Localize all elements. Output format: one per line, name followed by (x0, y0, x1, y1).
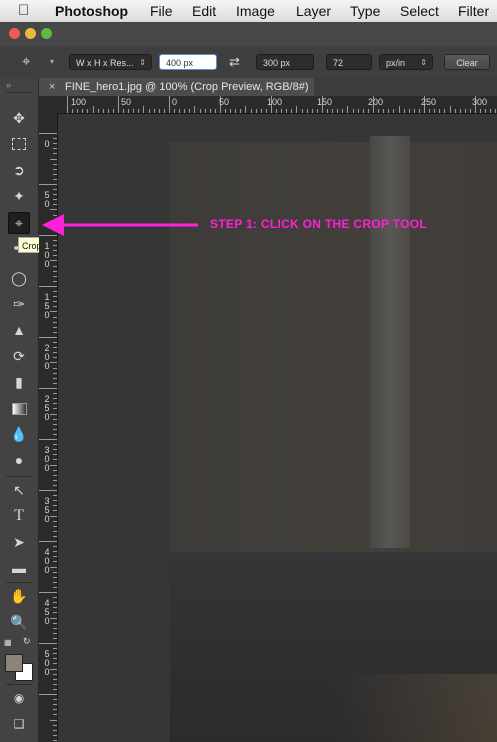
zoom-window-button[interactable] (41, 28, 52, 39)
zoom-tool-icon[interactable]: 🔍 (9, 612, 29, 632)
vruler-label: 5 0 0 (44, 649, 50, 677)
vertical-ruler[interactable]: 0 5 0 1 0 0 1 5 0 2 0 0 2 5 0 3 0 0 3 5 0 4 0 0 4… (39, 113, 58, 742)
hruler-label: 150 (317, 97, 333, 107)
document-canvas[interactable] (58, 114, 497, 742)
preset-dropdown-arrow-icon[interactable]: ▾ (50, 57, 54, 66)
crop-width-input[interactable]: 400 px (159, 54, 217, 70)
resolution-input[interactable]: 72 (326, 54, 372, 70)
crop-ratio-dropdown[interactable]: W x H x Res... ⇕ (69, 54, 152, 70)
menu-image[interactable]: Image (236, 3, 275, 19)
hruler-label: 0 (172, 97, 178, 107)
toolbox-separator (6, 92, 32, 93)
vruler-label: 5 0 (44, 190, 50, 209)
horizontal-ruler[interactable]: 100 50 0 50 100 150 200 250 300 (57, 96, 497, 114)
screen-mode-icon[interactable]: ❑ (9, 714, 29, 734)
photo-curtain (370, 136, 410, 548)
apple-menu-icon[interactable]:  (18, 2, 29, 19)
lasso-tool-icon[interactable]: ➲ (9, 160, 29, 180)
collapse-panel-icon[interactable]: » (6, 80, 11, 90)
crop-tool-preset-icon[interactable]: ⌖ (22, 53, 30, 70)
toolbox-separator (6, 684, 32, 685)
document-tab[interactable]: × FINE_hero1.jpg @ 100% (Crop Preview, R… (39, 78, 314, 96)
vruler-label: 0 (44, 139, 50, 149)
brush-tool-icon[interactable]: ✑ (9, 294, 29, 314)
menu-file[interactable]: File (150, 3, 173, 19)
toolbox-separator (6, 476, 32, 477)
document-tab-bar: × FINE_hero1.jpg @ 100% (Crop Preview, R… (39, 78, 497, 97)
tools-panel: » ✥ ➲ ✦ ⌖ ✒ ◯ ✑ ▲ ⟳ ▮ 💧 ● ↖ T ➤ ▬ ✋ 🔍 ▦ … (0, 78, 39, 742)
blur-tool-icon[interactable]: 💧 (9, 424, 29, 444)
gradient-tool-icon[interactable] (9, 398, 29, 418)
crop-height-input[interactable]: 300 px (256, 54, 314, 70)
hruler-label: 50 (219, 97, 230, 107)
swap-colors-icon[interactable]: ↻ (23, 636, 31, 647)
healing-brush-tool-icon[interactable]: ◯ (9, 268, 29, 288)
window-titlebar (0, 22, 497, 47)
dodge-tool-icon[interactable]: ● (9, 450, 29, 470)
ruler-origin[interactable] (39, 96, 57, 113)
minimize-window-button[interactable] (25, 28, 36, 39)
type-tool-icon[interactable]: T (9, 506, 29, 526)
annotation-arrow (42, 214, 198, 236)
menu-filter[interactable]: Filter (458, 3, 489, 19)
dropdown-arrows-icon: ⇕ (139, 58, 146, 67)
history-brush-tool-icon[interactable]: ⟳ (9, 346, 29, 366)
clone-stamp-tool-icon[interactable]: ▲ (9, 320, 29, 340)
vruler-label: 3 0 0 (44, 445, 50, 473)
hruler-label: 200 (368, 97, 384, 107)
menu-layer[interactable]: Layer (296, 3, 331, 19)
crop-tool-icon[interactable]: ⌖ (8, 212, 30, 234)
menu-app-name[interactable]: Photoshop (55, 3, 128, 19)
pen-tool-icon[interactable]: ↖ (9, 480, 29, 500)
vruler-label: 1 5 0 (44, 292, 50, 320)
magic-wand-tool-icon[interactable]: ✦ (9, 186, 29, 206)
eraser-tool-icon[interactable]: ▮ (9, 372, 29, 392)
quick-mask-icon[interactable]: ◉ (9, 688, 29, 708)
annotation-text: STEP 1: CLICK ON THE CROP TOOL (210, 217, 428, 231)
hruler-label: 100 (71, 97, 87, 107)
resolution-unit-label: px/in (386, 58, 406, 68)
vruler-label: 4 0 0 (44, 547, 50, 575)
menu-bar:  Photoshop File Edit Image Layer Type S… (0, 0, 497, 23)
menu-select[interactable]: Select (400, 3, 439, 19)
clear-button[interactable]: Clear (444, 54, 490, 70)
options-bar: ⌖ ▾ W x H x Res... ⇕ 400 px ⇄ 300 px 72 … (0, 46, 497, 79)
marquee-tool-icon[interactable] (9, 134, 29, 154)
document-tab-title: FINE_hero1.jpg @ 100% (Crop Preview, RGB… (65, 81, 309, 93)
hruler-label: 300 (472, 97, 488, 107)
rectangle-tool-icon[interactable]: ▬ (9, 558, 29, 578)
menu-edit[interactable]: Edit (192, 3, 216, 19)
foreground-color-swatch[interactable] (5, 654, 23, 672)
close-tab-icon[interactable]: × (49, 78, 55, 96)
photo-warm-glow (170, 674, 497, 742)
default-colors-icon[interactable]: ▦ (4, 638, 12, 647)
vruler-label: 1 0 0 (44, 241, 50, 269)
move-tool-icon[interactable]: ✥ (9, 108, 29, 128)
swap-dimensions-icon[interactable]: ⇄ (229, 54, 240, 70)
hruler-label: 250 (421, 97, 437, 107)
vruler-label: 2 5 0 (44, 394, 50, 422)
dropdown-arrows-icon: ⇕ (420, 58, 427, 67)
path-selection-tool-icon[interactable]: ➤ (9, 532, 29, 552)
close-window-button[interactable] (9, 28, 20, 39)
hand-tool-icon[interactable]: ✋ (9, 586, 29, 606)
resolution-unit-dropdown[interactable]: px/in ⇕ (379, 54, 433, 70)
vruler-label: 4 5 0 (44, 598, 50, 626)
hruler-label: 100 (267, 97, 283, 107)
vruler-label: 3 5 0 (44, 496, 50, 524)
vruler-label: 2 0 0 (44, 343, 50, 371)
hruler-label: 50 (121, 97, 132, 107)
menu-type[interactable]: Type (350, 3, 380, 19)
crop-ratio-label: W x H x Res... (76, 58, 134, 68)
toolbox-separator (6, 582, 32, 583)
